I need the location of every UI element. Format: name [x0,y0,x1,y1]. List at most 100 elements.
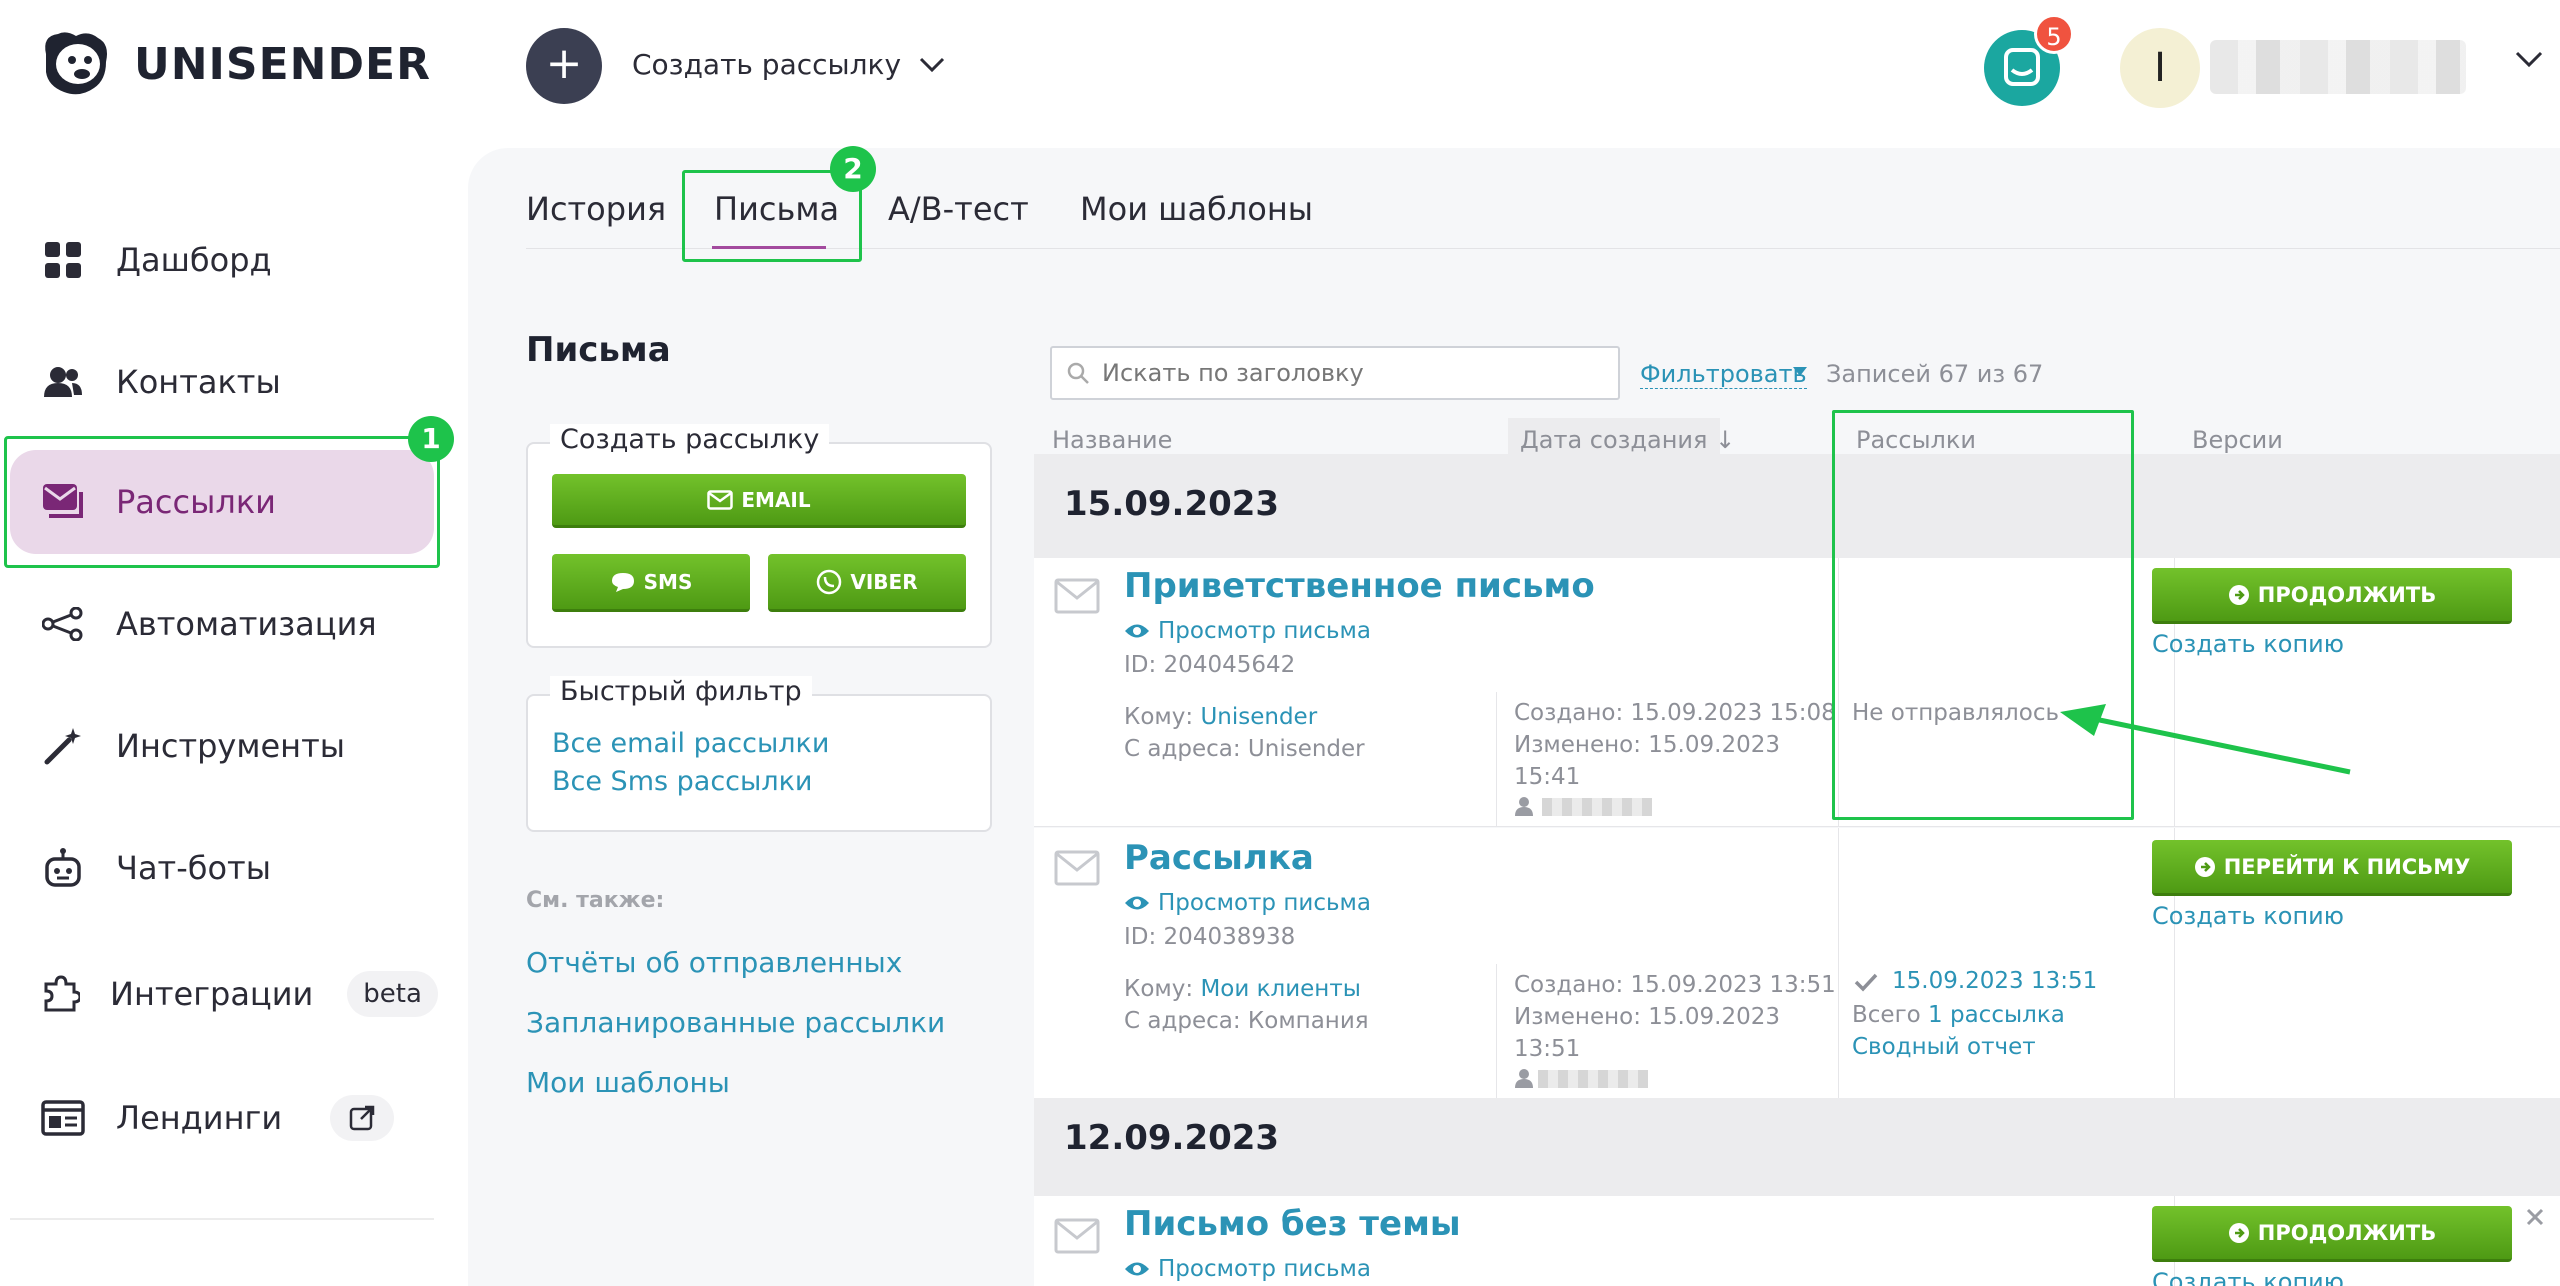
sidebar-item-dashboard[interactable]: Дашборд [10,208,434,312]
continue-label: ПРОДОЛЖИТЬ [2257,582,2437,607]
recipient-link[interactable]: Unisender [1200,704,1317,730]
date-group-label: 12.09.2023 [1064,1118,1280,1158]
go-to-letter-label: ПЕРЕЙТИ К ПИСЬМУ [2223,854,2471,879]
external-link-icon[interactable] [330,1095,395,1141]
grid-icon [40,237,86,283]
search-icon [1067,362,1089,384]
envelope-icon [707,489,734,510]
email-label: EMAIL [741,487,811,512]
recipient-label: Кому: [1124,976,1194,1002]
dog-logo-icon [45,32,107,95]
arrow-circle-icon [2194,856,2215,877]
create-copy-link[interactable]: Создать копию [2152,1268,2344,1286]
viber-label: VIBER [850,569,918,594]
column-divider [1496,692,1497,826]
eye-icon [1125,624,1149,638]
create-campaign-legend: Создать рассылку [550,424,830,455]
modified-date: Изменено: 15.09.2023 [1514,1004,1780,1030]
recipient-link[interactable]: Мои клиенты [1200,976,1360,1002]
modified-date: Изменено: 15.09.2023 [1514,732,1780,758]
sidebar-item-label: Дашборд [116,241,272,279]
author-name-blurred [1538,1070,1648,1088]
recipient-line: Кому: Unisender [1124,704,1317,730]
close-icon[interactable] [2526,1208,2544,1226]
view-letter-label: Просмотр письма [1158,1256,1371,1282]
create-sms-button[interactable]: SMS [552,554,750,612]
create-campaign-box [526,442,992,648]
my-templates-link[interactable]: Мои шаблоны [526,1066,730,1099]
caret-down-icon [1793,367,1807,376]
author-name-blurred [1542,798,1652,816]
records-count: Записей 67 из 67 [1826,360,2044,388]
scheduled-campaigns-link[interactable]: Запланированные рассылки [526,1006,945,1039]
search-input[interactable]: Искать по заголовку [1050,346,1620,400]
letter-id: ID: 204038938 [1124,924,1296,950]
avatar[interactable]: I [2120,28,2200,108]
date-group-header: 15.09.2023 [1034,454,2560,558]
continue-button[interactable]: ПРОДОЛЖИТЬ [2152,568,2512,624]
campaigns-highlight-frame [4,436,440,568]
letter-id: ID: 204045642 [1124,652,1296,678]
eye-icon [1125,1262,1149,1276]
all-email-campaigns-link[interactable]: Все email рассылки [552,728,829,759]
date-group-header: 12.09.2023 [1034,1098,2560,1202]
sidebar-item-label: Чат-боты [116,849,271,887]
see-also-label: См. также: [526,888,665,913]
all-sms-campaigns-link[interactable]: Все Sms рассылки [552,766,812,797]
create-viber-button[interactable]: VIBER [768,554,966,612]
arrow-circle-icon [2228,584,2249,605]
quick-filter-legend: Быстрый фильтр [550,676,812,707]
view-letter-link[interactable]: Просмотр письма [1124,890,1371,916]
tab-my-templates[interactable]: Мои шаблоны [1080,190,1313,228]
sidebar-item-chatbots[interactable]: Чат-боты [10,816,434,920]
user-name-blurred[interactable] [2210,40,2466,94]
page-title: Письма [526,330,671,370]
sidebar-item-landings[interactable]: Лендинги [10,1066,434,1170]
column-header-created[interactable]: Дата создания ↓ [1520,426,1736,455]
create-copy-link[interactable]: Создать копию [2152,902,2344,930]
quick-filter-box [526,694,992,832]
eye-icon [1125,896,1149,910]
create-campaign-dropdown[interactable]: Создать рассылку [632,48,945,81]
create-email-button[interactable]: EMAIL [552,474,966,528]
arrow-circle-icon [2228,1222,2249,1243]
chevron-down-icon[interactable] [2514,50,2544,68]
sidebar-item-tools[interactable]: Инструменты [10,694,434,798]
envelope-outline-icon [1054,850,1100,886]
sidebar-item-automation[interactable]: Автоматизация [10,572,434,676]
date-group-label: 15.09.2023 [1064,484,1280,524]
sidebar-divider [10,1218,434,1220]
continue-button[interactable]: ПРОДОЛЖИТЬ [2152,1206,2512,1262]
tab-history[interactable]: История [526,190,666,228]
summary-report-link[interactable]: Сводный отчет [1852,1034,2036,1060]
beta-badge: beta [347,971,438,1017]
envelope-outline-icon [1054,578,1100,614]
filter-dropdown[interactable]: Фильтровать [1640,360,1807,389]
go-to-letter-button[interactable]: ПЕРЕЙТИ К ПИСЬМУ [2152,840,2512,896]
create-campaign-plus-button[interactable]: + [526,28,602,104]
search-placeholder: Искать по заголовку [1102,359,1364,387]
view-letter-link[interactable]: Просмотр письма [1124,618,1371,644]
view-letter-link[interactable]: Просмотр письма [1124,1256,1371,1282]
letter-title-link[interactable]: Приветственное письмо [1124,566,1595,606]
modified-time: 13:51 [1514,1036,1581,1062]
create-campaign-label: Создать рассылку [632,48,902,81]
share-nodes-icon [40,601,86,647]
puzzle-icon [40,971,80,1017]
user-icon [1515,1069,1533,1088]
sent-date-link[interactable]: 15.09.2023 13:51 [1892,968,2097,994]
letter-title-link[interactable]: Письмо без темы [1124,1204,1461,1244]
column-header-name[interactable]: Название [1052,426,1173,455]
tab-ab-test[interactable]: A/B-тест [888,190,1029,228]
logo[interactable]: UNISENDER [36,28,431,100]
sent-reports-link[interactable]: Отчёты об отправленных [526,946,902,979]
speech-bubble-icon [611,572,634,592]
sidebar-item-integrations[interactable]: Интеграции beta [10,942,438,1046]
sidebar-item-contacts[interactable]: Контакты [10,330,434,434]
letter-title-link[interactable]: Рассылка [1124,838,1314,878]
annotation-badge-1: 1 [408,416,454,462]
create-copy-link[interactable]: Создать копию [2152,630,2344,658]
total-mailings-link[interactable]: 1 рассылка [1928,1002,2065,1028]
magic-wand-icon [40,723,86,769]
column-divider [1838,828,1839,1098]
